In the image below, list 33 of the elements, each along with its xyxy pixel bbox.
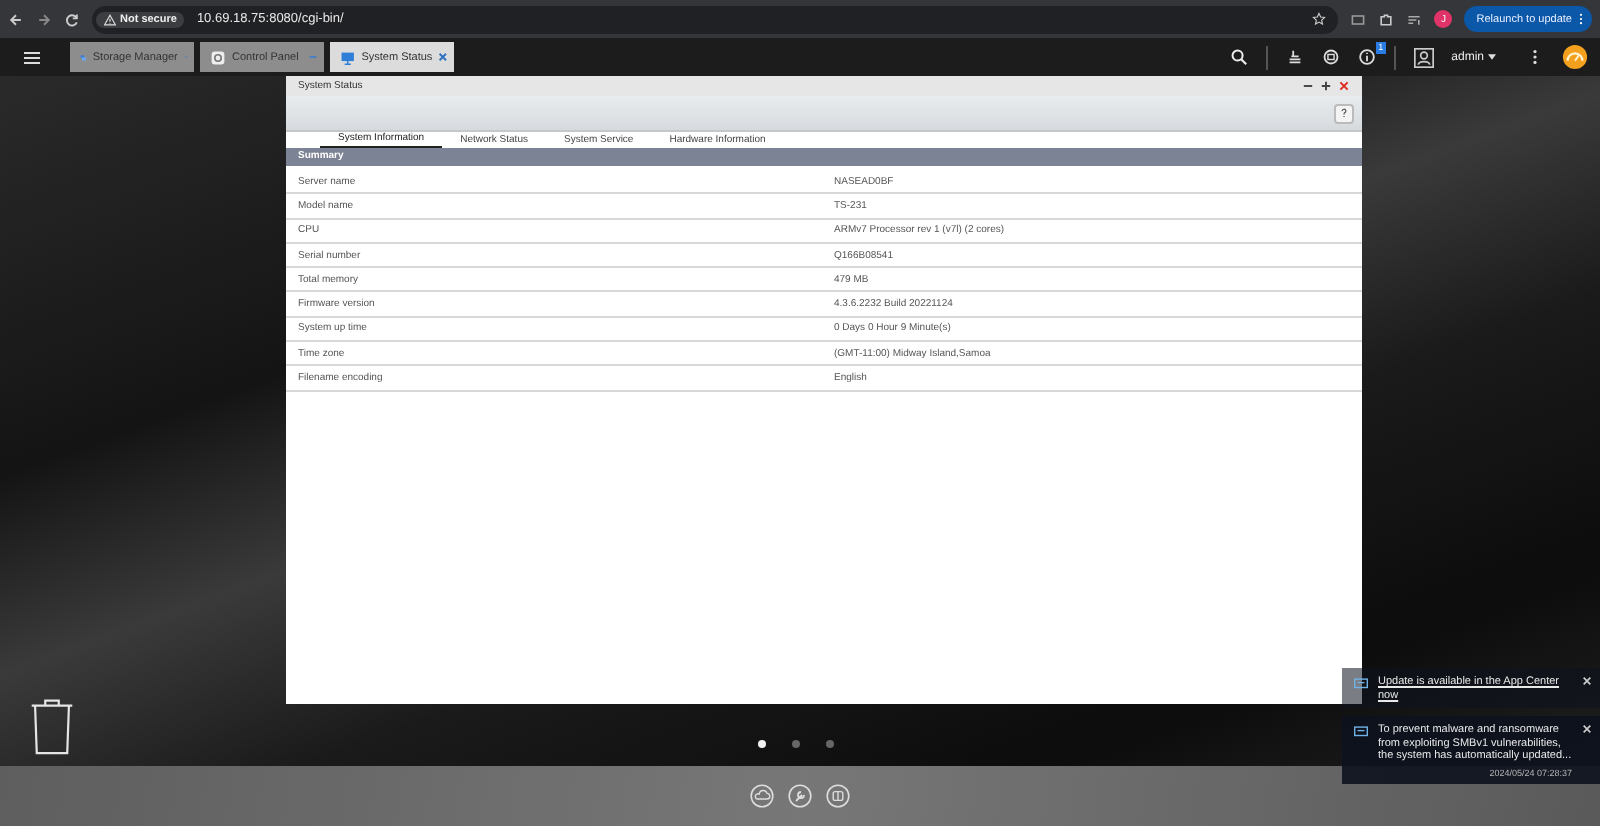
more-icon (1578, 12, 1584, 26)
media-icon[interactable] (1406, 11, 1423, 27)
star-icon[interactable] (1312, 12, 1327, 26)
page-dot[interactable] (826, 740, 834, 748)
user-icon[interactable] (1413, 47, 1434, 67)
reload-icon[interactable] (64, 11, 80, 27)
back-icon[interactable] (8, 11, 24, 27)
warning-icon (104, 13, 116, 25)
message-icon (1354, 726, 1368, 738)
monitor-icon (340, 49, 356, 65)
panel-icon (210, 49, 226, 65)
storage-icon (80, 49, 87, 65)
wrench-icon[interactable] (788, 784, 812, 808)
help-button[interactable] (1334, 103, 1354, 123)
gauge-icon[interactable] (1562, 44, 1588, 70)
page-dot[interactable] (758, 740, 766, 748)
caret-icon (1488, 54, 1496, 60)
extensions-icon[interactable] (1378, 11, 1395, 27)
cast-icon[interactable] (1350, 11, 1367, 27)
forward-icon[interactable] (36, 11, 52, 27)
pause-icon[interactable] (826, 784, 850, 808)
minimize-icon[interactable] (1302, 80, 1314, 92)
search-icon[interactable] (1229, 48, 1248, 66)
help-icon (1340, 108, 1348, 118)
maximize-icon[interactable] (1320, 80, 1332, 92)
trash-icon[interactable] (30, 696, 74, 756)
message-icon (1354, 678, 1368, 690)
menu-icon[interactable] (22, 47, 42, 67)
cloud-icon[interactable] (750, 784, 774, 808)
info-icon[interactable] (1357, 48, 1376, 66)
page-dot[interactable] (792, 740, 800, 748)
sync-icon[interactable] (1321, 48, 1340, 66)
stack-icon[interactable] (1285, 48, 1304, 66)
